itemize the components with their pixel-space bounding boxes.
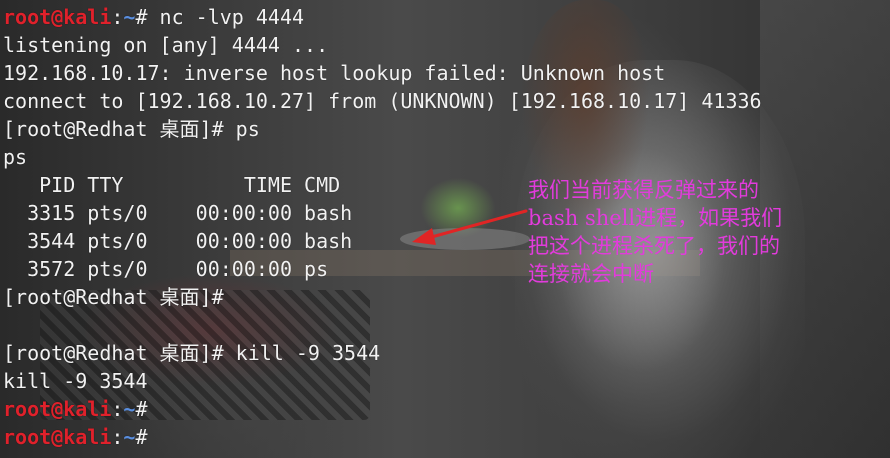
terminal-output-line: [root@Redhat 桌面]# kill -9 3544 (3, 341, 381, 365)
prompt-symbol: # (135, 5, 148, 29)
prompt-separator: : (111, 397, 124, 421)
prompt-path: ~ (123, 425, 136, 449)
terminal-output-line: 192.168.10.17: inverse host lookup faile… (3, 61, 666, 85)
annotation-line: 我们当前获得反弹过来的 (528, 178, 759, 202)
terminal-output-line: ps (3, 145, 28, 169)
terminal-output-line: connect to [192.168.10.27] from (UNKNOWN… (3, 89, 762, 113)
terminal-output-line: [root@Redhat 桌面]# ps (3, 117, 260, 141)
annotation-line: bash shell进程，如果我们 (528, 206, 783, 230)
terminal-output-line: kill -9 3544 (3, 369, 148, 393)
terminal-output-line: listening on [any] 4444 ... (3, 33, 329, 57)
kali-prompt-line: root@kali:~# nc -lvp 4444 (3, 3, 762, 31)
prompt-user-host: root@kali (3, 425, 112, 449)
terminal-window[interactable]: root@kali:~# nc -lvp 4444 listening on [a… (0, 0, 890, 458)
annotation-line: 连接就会中断 (528, 262, 654, 286)
prompt-separator: : (111, 5, 124, 29)
kali-prompt-line: root@kali:~# (3, 395, 762, 423)
prompt-command: nc -lvp 4444 (147, 5, 305, 29)
prompt-symbol: # (135, 425, 148, 449)
annotation-note: 我们当前获得反弹过来的 bash shell进程，如果我们 把这个进程杀死了，我们的… (528, 176, 878, 288)
prompt-user-host: root@kali (3, 5, 112, 29)
prompt-separator: : (111, 425, 124, 449)
prompt-user-host: root@kali (3, 397, 112, 421)
prompt-symbol: # (135, 397, 148, 421)
kali-prompt-line: root@kali:~# (3, 423, 762, 451)
annotation-line: 把这个进程杀死了，我们的 (528, 234, 780, 258)
prompt-path: ~ (123, 397, 136, 421)
prompt-path: ~ (123, 5, 136, 29)
